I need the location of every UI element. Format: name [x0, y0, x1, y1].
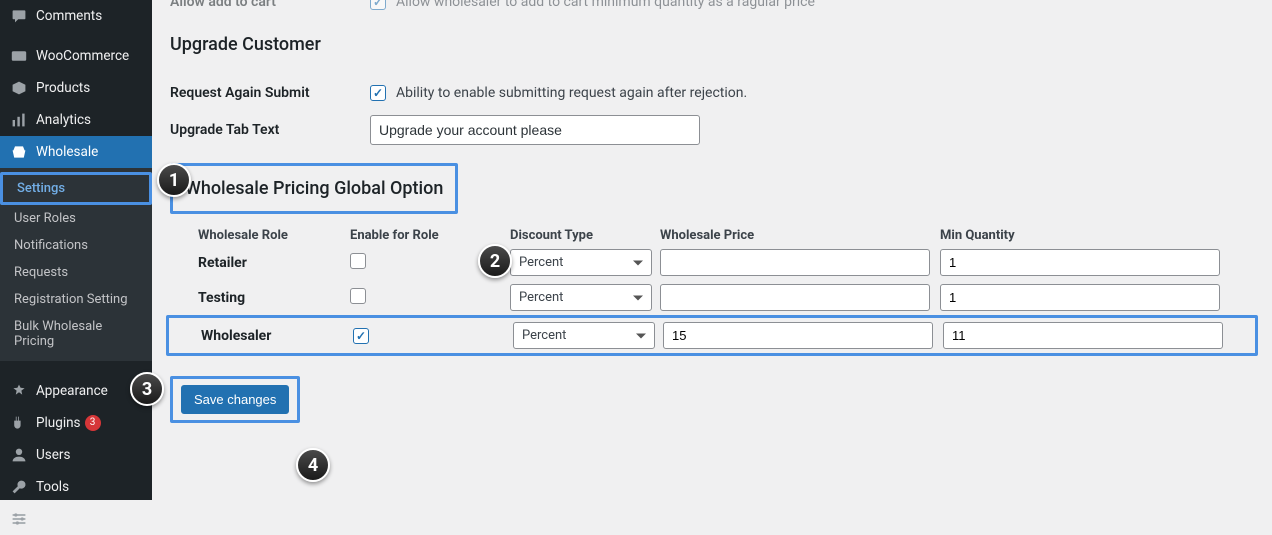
- sidebar-item-users[interactable]: Users: [0, 439, 152, 471]
- products-icon: [10, 79, 28, 97]
- upgrade-customer-heading: Upgrade Customer: [170, 34, 1254, 55]
- upgrade-tab-input[interactable]: [370, 115, 700, 145]
- header-qty: Min Quantity: [940, 228, 1254, 243]
- role-name: Testing: [170, 290, 350, 306]
- sidebar-item-woocommerce[interactable]: WooCommerce: [0, 40, 152, 72]
- header-price: Wholesale Price: [660, 228, 940, 243]
- step-marker-1: 1: [157, 163, 191, 197]
- submenu-item-registration-setting[interactable]: Registration Setting: [0, 286, 152, 313]
- header-role: Wholesale Role: [170, 228, 350, 243]
- table-row-highlighted: Wholesaler Percent: [166, 315, 1258, 356]
- save-changes-button[interactable]: Save changes: [181, 385, 289, 414]
- appearance-icon: [10, 382, 28, 400]
- sidebar-item-wholesale[interactable]: Wholesale: [0, 136, 152, 168]
- table-header-row: Wholesale Role Enable for Role Discount …: [170, 228, 1254, 245]
- sidebar-item-plugins[interactable]: Plugins 3: [0, 407, 152, 439]
- discount-type-select[interactable]: Percent: [513, 322, 655, 349]
- save-button-frame: Save changes: [170, 376, 300, 423]
- global-option-heading: Wholesale Pricing Global Option: [185, 178, 443, 199]
- settings-panel: Allow add to cart Allow wholesaler to ad…: [152, 0, 1272, 500]
- sidebar-item-label: Users: [36, 447, 70, 463]
- woocommerce-icon: [10, 47, 28, 65]
- comment-icon: [10, 7, 28, 25]
- role-name: Retailer: [170, 255, 350, 271]
- sidebar-item-label: Analytics: [36, 112, 91, 128]
- sidebar-item-label: Tools: [36, 479, 69, 495]
- table-row: Retailer Percent: [170, 245, 1254, 280]
- header-type: Discount Type: [510, 228, 660, 243]
- submenu-item-user-roles[interactable]: User Roles: [0, 205, 152, 232]
- allow-cart-desc: Allow wholesaler to add to cart minimum …: [396, 0, 815, 10]
- plugins-badge: 3: [85, 415, 101, 431]
- pricing-table: Wholesale Role Enable for Role Discount …: [170, 228, 1254, 356]
- wholesale-price-input[interactable]: [660, 249, 930, 276]
- sidebar-item-label: Wholesale: [36, 144, 98, 160]
- enable-role-checkbox[interactable]: [350, 253, 366, 269]
- submenu-label: Settings: [17, 181, 65, 196]
- submenu-label: Requests: [14, 265, 68, 280]
- sidebar-item-comments[interactable]: Comments: [0, 0, 152, 32]
- submenu-item-notifications[interactable]: Notifications: [0, 232, 152, 259]
- submenu-item-settings[interactable]: Settings: [0, 172, 152, 205]
- min-qty-input[interactable]: [940, 249, 1220, 276]
- submenu-item-requests[interactable]: Requests: [0, 259, 152, 286]
- sidebar-item-label: Plugins: [36, 415, 81, 431]
- sidebar-item-tools[interactable]: Tools: [0, 471, 152, 503]
- plugins-icon: [10, 414, 28, 432]
- request-again-label: Request Again Submit: [170, 85, 370, 101]
- discount-type-select[interactable]: Percent: [510, 284, 652, 311]
- sidebar-item-analytics[interactable]: Analytics: [0, 104, 152, 136]
- sidebar-item-label: Products: [36, 80, 90, 96]
- enable-role-checkbox[interactable]: [353, 328, 369, 344]
- admin-sidebar: Comments WooCommerce Products Analytics …: [0, 0, 152, 500]
- wholesale-submenu: Settings User Roles Notifications Reques…: [0, 168, 152, 361]
- wholesale-price-input[interactable]: [660, 284, 930, 311]
- allow-cart-checkbox[interactable]: [370, 0, 386, 10]
- users-icon: [10, 446, 28, 464]
- sidebar-item-label: Settings: [36, 511, 85, 527]
- submenu-label: Bulk Wholesale Pricing: [14, 319, 102, 349]
- wholesale-icon: [10, 143, 28, 161]
- wholesale-price-input[interactable]: [663, 322, 933, 349]
- discount-type-select[interactable]: Percent: [510, 249, 652, 276]
- tools-icon: [10, 478, 28, 496]
- min-qty-input[interactable]: [940, 284, 1220, 311]
- header-enable: Enable for Role: [350, 228, 510, 243]
- min-qty-input[interactable]: [943, 322, 1223, 349]
- allow-cart-label: Allow add to cart: [170, 0, 370, 10]
- sidebar-item-label: Comments: [36, 8, 102, 24]
- submenu-item-bulk-wholesale-pricing[interactable]: Bulk Wholesale Pricing: [0, 313, 152, 355]
- upgrade-tab-label: Upgrade Tab Text: [170, 122, 370, 138]
- analytics-icon: [10, 111, 28, 129]
- sidebar-item-label: Appearance: [36, 383, 108, 399]
- request-again-checkbox[interactable]: [370, 85, 386, 101]
- table-row: Testing Percent: [170, 280, 1254, 315]
- submenu-label: User Roles: [14, 211, 76, 226]
- sidebar-item-settings[interactable]: Settings: [0, 503, 152, 535]
- role-name: Wholesaler: [173, 328, 353, 344]
- submenu-label: Notifications: [14, 238, 88, 253]
- submenu-label: Registration Setting: [14, 292, 128, 307]
- settings-icon: [10, 510, 28, 528]
- sidebar-item-label: WooCommerce: [36, 48, 129, 64]
- global-option-heading-frame: Wholesale Pricing Global Option: [170, 163, 458, 214]
- request-again-desc: Ability to enable submitting request aga…: [396, 85, 747, 101]
- enable-role-checkbox[interactable]: [350, 288, 366, 304]
- sidebar-item-products[interactable]: Products: [0, 72, 152, 104]
- step-marker-4: 4: [296, 448, 330, 482]
- step-marker-2: 2: [478, 244, 512, 278]
- step-marker-3: 3: [130, 372, 164, 406]
